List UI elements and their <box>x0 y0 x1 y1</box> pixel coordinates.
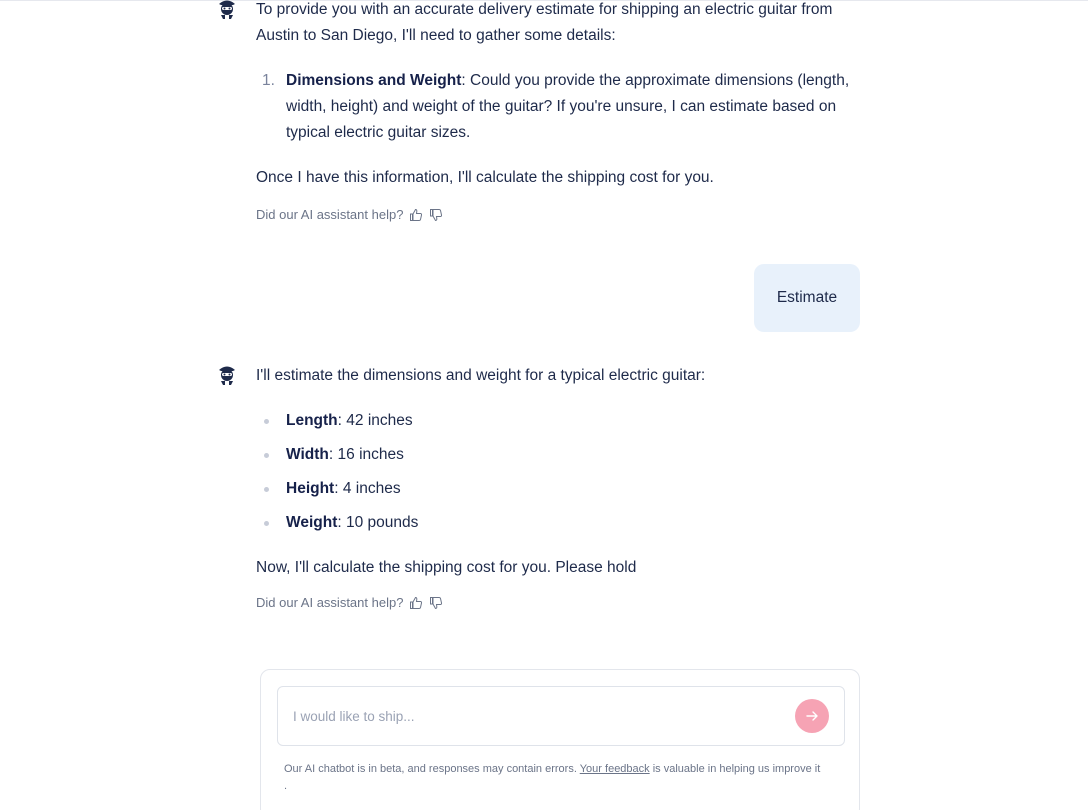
feedback-link[interactable]: Your feedback <box>580 763 650 775</box>
feedback-prompt: Did our AI assistant help? <box>256 207 404 222</box>
list-term: Height <box>286 480 335 497</box>
thumbs-up-icon[interactable] <box>409 596 423 610</box>
thumbs-down-icon[interactable] <box>429 596 443 610</box>
bullet-list: Length: 42 inches Width: 16 inches Heigh… <box>256 408 856 544</box>
beta-disclaimer: Our AI chatbot is in beta, and responses… <box>284 761 824 795</box>
list-term: Length <box>286 412 338 429</box>
feedback-row: Did our AI assistant help? <box>256 207 443 222</box>
assistant-message: I'll estimate the dimensions and weight … <box>256 363 856 581</box>
send-button[interactable] <box>795 699 829 733</box>
list-item: Width: 16 inches <box>256 442 856 476</box>
assistant-avatar <box>215 362 239 386</box>
user-message-bubble: Estimate <box>754 264 860 332</box>
list-text: : 16 inches <box>328 446 404 463</box>
bullet-dot <box>264 521 269 526</box>
list-number: 1. <box>262 72 275 89</box>
list-item: Length: 42 inches <box>256 408 856 442</box>
arrow-right-icon <box>806 711 818 721</box>
assistant-message: To provide you with an accurate delivery… <box>256 0 856 191</box>
message-outro: Now, I'll calculate the shipping cost fo… <box>256 559 637 576</box>
list-text: : 10 pounds <box>337 514 419 531</box>
list-item: Weight: 10 pounds <box>256 510 856 544</box>
feedback-prompt: Did our AI assistant help? <box>256 595 404 610</box>
assistant-avatar <box>215 0 239 20</box>
message-intro: To provide you with an accurate delivery… <box>256 1 833 44</box>
list-term: Dimensions and Weight <box>286 72 462 89</box>
bot-mascot-icon <box>219 366 235 385</box>
user-message-text: Estimate <box>776 289 838 306</box>
bullet-dot <box>264 419 269 424</box>
numbered-list: 1. Dimensions and Weight: Could you prov… <box>256 68 856 146</box>
disclaimer-text: Our AI chatbot is in beta, and responses… <box>284 763 580 775</box>
list-text: : 42 inches <box>337 412 413 429</box>
bot-mascot-icon <box>219 0 235 19</box>
message-input-box[interactable] <box>277 686 845 746</box>
bullet-dot <box>264 487 269 492</box>
message-outro: Once I have this information, I'll calcu… <box>256 169 714 186</box>
list-text: : 4 inches <box>334 480 401 497</box>
list-term: Weight <box>286 514 338 531</box>
thumbs-up-icon[interactable] <box>409 208 423 222</box>
thumbs-down-icon[interactable] <box>429 208 443 222</box>
list-item: Height: 4 inches <box>256 476 856 510</box>
list-item: 1. Dimensions and Weight: Could you prov… <box>256 68 856 146</box>
chat-composer: Our AI chatbot is in beta, and responses… <box>260 669 860 810</box>
bullet-dot <box>264 453 269 458</box>
message-intro: I'll estimate the dimensions and weight … <box>256 367 706 384</box>
message-input[interactable] <box>293 687 783 745</box>
list-term: Width <box>286 446 329 463</box>
feedback-row: Did our AI assistant help? <box>256 595 443 610</box>
